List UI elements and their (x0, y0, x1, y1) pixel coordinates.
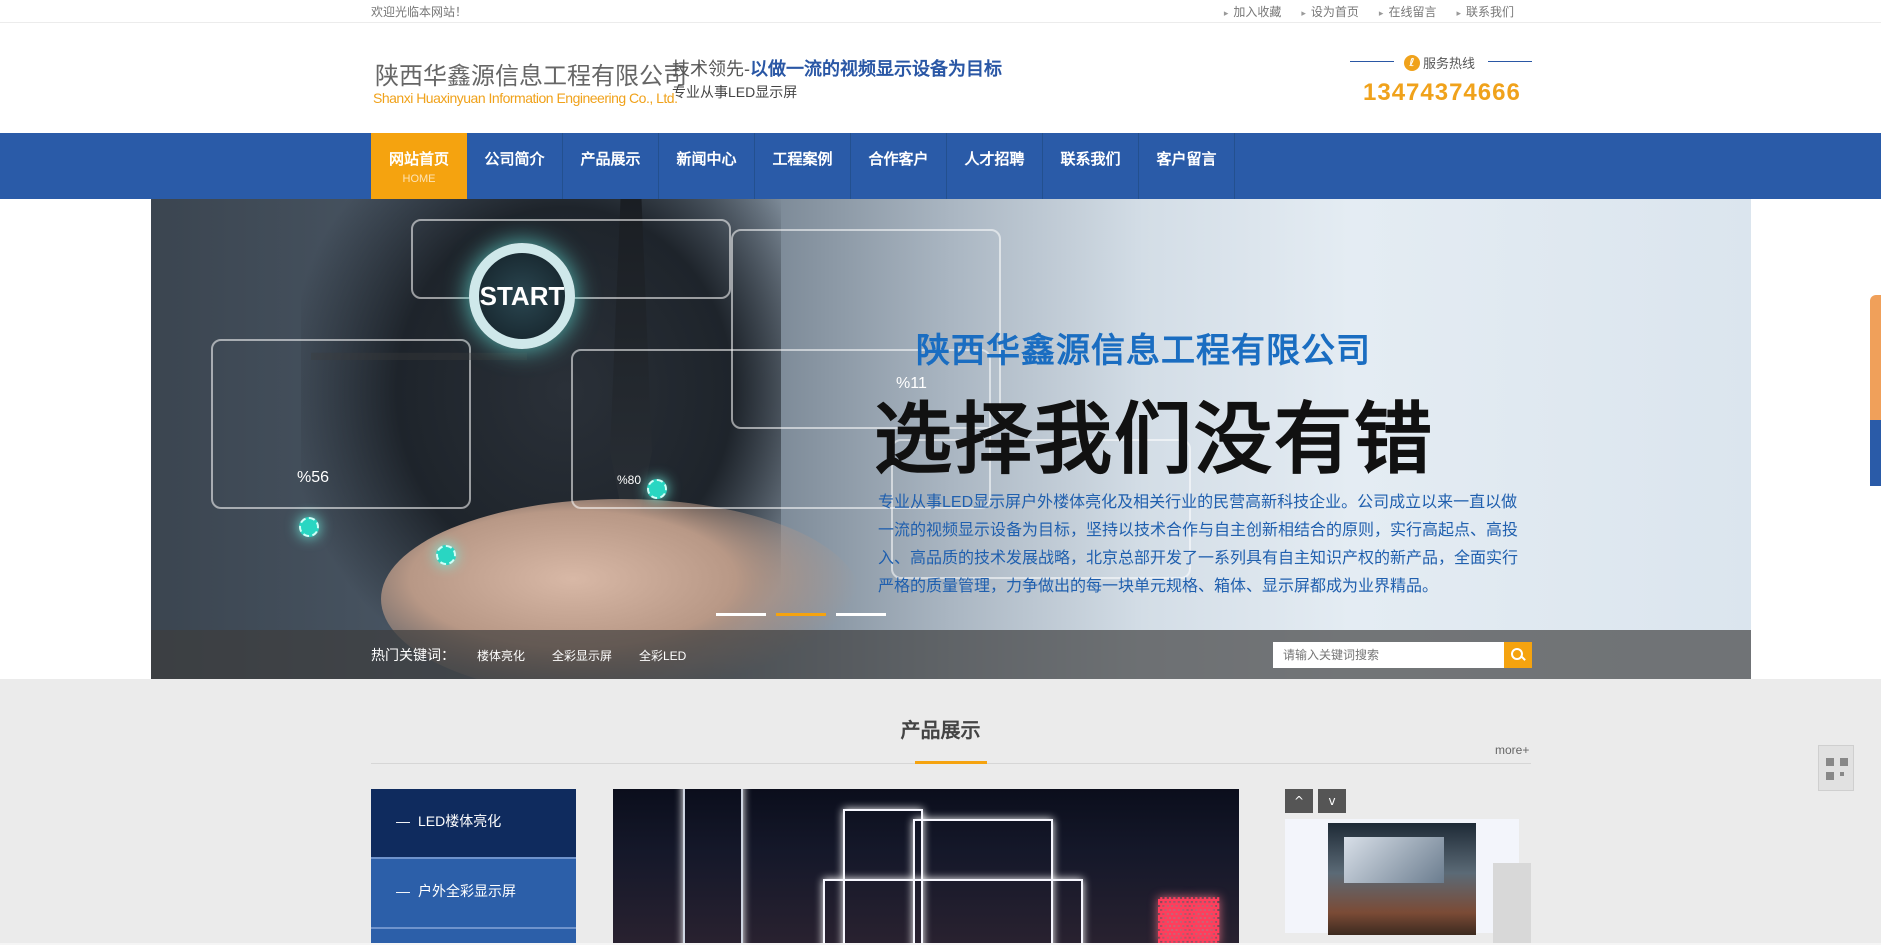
section-title-underline (915, 761, 987, 764)
logo-english: Shanxi Huaxinyuan Information Engineerin… (373, 90, 678, 106)
glow-dot (647, 479, 667, 499)
banner-title: 选择我们没有错 (874, 395, 1435, 483)
slider-dots (716, 613, 886, 616)
qr-code-button[interactable] (1818, 745, 1854, 791)
category-outdoor-fullcolor[interactable]: — 户外全彩显示屏 (371, 859, 576, 929)
hotline-label-group: ℓ 服务热线 (1350, 51, 1532, 72)
building-outline (823, 879, 1083, 945)
glow-dot (299, 517, 319, 537)
keyword-link[interactable]: 楼体亮化 (477, 647, 525, 664)
slogan: 技术领先-以做一流的视频显示设备为目标 (672, 59, 1002, 79)
phone-icon: ℓ (1404, 54, 1420, 71)
hotline-number: 13474374666 (1363, 79, 1521, 106)
product-image[interactable]: ▓▓ (613, 789, 1239, 945)
nav-item-partners[interactable]: 合作客户 (851, 133, 947, 199)
arrow-right-icon: ▸ (1456, 9, 1461, 19)
add-favorite-link[interactable]: ▸ 加入收藏 (1224, 3, 1282, 20)
divider (1350, 61, 1394, 62)
site-header: 陕西华鑫源信息工程有限公司 Shanxi Huaxinyuan Informat… (0, 23, 1881, 133)
keyword-search-bar: 热门关键词： 楼体亮化 全彩显示屏 全彩LED (151, 630, 1751, 679)
neon-sign: ▓▓ (1158, 894, 1220, 941)
contact-us-link[interactable]: ▸ 联系我们 (1456, 3, 1514, 20)
nav-item-cases[interactable]: 工程案例 (755, 133, 851, 199)
top-links: ▸ 加入收藏 ▸ 设为首页 ▸ 在线留言 ▸ 联系我们 (1224, 3, 1514, 20)
more-link[interactable]: more+ (1495, 743, 1529, 757)
search-input[interactable] (1273, 642, 1504, 668)
floating-service-tab-accent[interactable] (1870, 420, 1881, 486)
nav-item-home[interactable]: 网站首页 HOME (371, 133, 467, 199)
hot-keywords-label: 热门关键词： (371, 647, 455, 663)
thumbnail-screen (1344, 837, 1444, 883)
glow-dot (436, 545, 456, 565)
nav-item-home-sub: HOME (402, 173, 436, 185)
slogan-sub: 专业从事LED显示屏 (672, 84, 798, 100)
main-nav: 网站首页 HOME 公司简介 产品展示 新闻中心 工程案例 合作客户 人才招聘 联… (0, 133, 1881, 199)
nav-item-about[interactable]: 公司简介 (467, 133, 563, 199)
percent-label: %80 (617, 473, 642, 487)
keyword-link[interactable]: 全彩LED (639, 647, 686, 664)
category-led-building[interactable]: — LED楼体亮化 (371, 789, 576, 859)
percent-label: %56 (297, 469, 330, 486)
arrow-right-icon: ▸ (1223, 9, 1229, 19)
products-section: 产品展示 more+ — LED楼体亮化 — 户外全彩显示屏 ▓▓ ^ v (0, 679, 1881, 945)
start-button-graphic: START (469, 243, 575, 349)
thumbnail-up-button[interactable]: ^ (1285, 789, 1313, 813)
slider-dot-3[interactable] (836, 613, 886, 616)
product-category-menu: — LED楼体亮化 — 户外全彩显示屏 (371, 789, 576, 945)
product-thumbnail[interactable] (1328, 823, 1476, 935)
hero-banner: ▬▬▬▬▬▬▬▬▬ START %11 %56 %80 陕西华鑫源信息工程有限公… (0, 199, 1881, 679)
thumbnail-down-button[interactable]: v (1318, 789, 1346, 813)
top-bar: 欢迎光临本网站！ ▸ 加入收藏 ▸ 设为首页 ▸ 在线留言 ▸ 联系我们 (0, 0, 1881, 23)
tower-shape (683, 789, 743, 945)
hotline-label: 服务热线 (1423, 57, 1476, 72)
faded-overlay-text: ▬▬▬▬▬▬▬▬▬ (311, 339, 527, 366)
set-homepage-link[interactable]: ▸ 设为首页 (1301, 3, 1359, 20)
search-icon[interactable] (1504, 642, 1532, 668)
banner-description: 专业从事LED显示屏户外楼体亮化及相关行业的民营高新科技企业。公司成立以来一直以… (878, 494, 1519, 595)
arrow-right-icon: ▸ (1301, 9, 1306, 19)
keyword-link[interactable]: 全彩显示屏 (552, 647, 612, 664)
arrow-right-icon: ▸ (1378, 9, 1384, 19)
nav-item-messages[interactable]: 客户留言 (1139, 133, 1235, 199)
logo-chinese[interactable]: 陕西华鑫源信息工程有限公司 (375, 56, 687, 91)
slider-dot-1[interactable] (716, 613, 766, 616)
banner-company-name: 陕西华鑫源信息工程有限公司 (916, 332, 1371, 370)
slogan-highlight: 以做一流的视频显示设备为目标 (750, 59, 1002, 79)
nav-item-contact[interactable]: 联系我们 (1043, 133, 1139, 199)
nav-item-news[interactable]: 新闻中心 (659, 133, 755, 199)
qr-code-icon (1826, 758, 1848, 780)
online-message-link[interactable]: ▸ 在线留言 (1379, 3, 1437, 20)
thumbnail-shadow (1493, 863, 1531, 943)
divider (1488, 61, 1532, 62)
welcome-text: 欢迎光临本网站！ (371, 5, 468, 19)
slider-dot-2[interactable] (776, 613, 826, 616)
nav-item-products[interactable]: 产品展示 (563, 133, 659, 199)
nav-item-jobs[interactable]: 人才招聘 (947, 133, 1043, 199)
section-title: 产品展示 (900, 720, 981, 742)
thumbnail-panel (1285, 819, 1519, 935)
